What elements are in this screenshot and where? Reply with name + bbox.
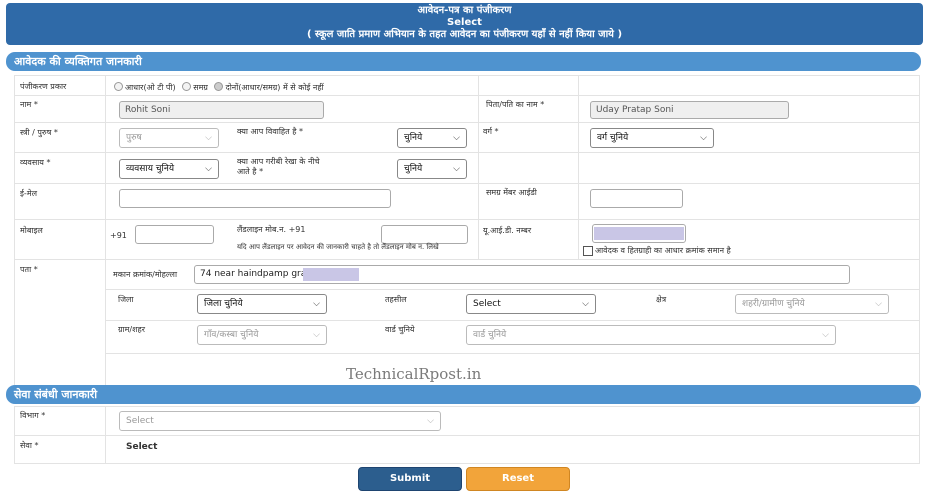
- father-name-label: पिता/पति का नाम *: [486, 100, 545, 109]
- tehsil-select[interactable]: Select ⌵: [466, 294, 596, 314]
- name-input[interactable]: Rohit Soni: [119, 101, 324, 119]
- bpl-label-line1: क्या आप गरीबी रेखा के नीचे: [237, 157, 320, 166]
- tehsil-label: तहसील: [385, 295, 407, 304]
- chevron-down-icon: ⌵: [822, 330, 829, 340]
- house-redaction: [303, 268, 359, 281]
- header-select: Select: [447, 17, 482, 28]
- chevron-down-icon: ⌵: [205, 164, 212, 174]
- area-select[interactable]: शहरी/ग्रामीण चुनिये ⌵: [735, 294, 889, 314]
- married-select[interactable]: चुनिये ⌵: [397, 128, 467, 148]
- chevron-down-icon: ⌵: [582, 299, 589, 309]
- header-note: ( स्कूल जाति प्रमाण अभियान के तहत आवेदन …: [306, 29, 623, 40]
- married-label: क्या आप विवाहित है *: [237, 127, 304, 136]
- name-label: नाम *: [20, 100, 38, 109]
- house-label: मकान क्रमांक/मोहल्ला: [113, 270, 178, 279]
- area-label: क्षेत्र: [656, 295, 667, 304]
- samagra-id-input[interactable]: [590, 189, 683, 208]
- chevron-down-icon: ⌵: [453, 164, 460, 174]
- ward-select[interactable]: वार्ड चुनिये ⌵: [466, 325, 836, 345]
- reg-radio-samagra[interactable]: समग्र: [182, 82, 208, 92]
- house-input[interactable]: 74 near haindpamp gran: [194, 265, 850, 284]
- submit-button[interactable]: Submit: [358, 467, 462, 491]
- chevron-down-icon: ⌵: [205, 133, 212, 143]
- service-value[interactable]: Select: [126, 442, 157, 452]
- email-label: ई-मेल: [20, 189, 38, 198]
- personal-section-header: आवेदक की व्यक्तिगत जानकारी: [6, 52, 921, 71]
- chevron-down-icon: ⌵: [313, 299, 320, 309]
- father-name-input[interactable]: Uday Pratap Soni: [590, 101, 789, 119]
- bpl-label-line2: आते है *: [237, 167, 264, 176]
- gender-label: स्त्री / पुरुष *: [20, 128, 58, 137]
- ward-label: वार्ड चुनिये: [385, 325, 415, 334]
- landline-label: लैंडलाइन मोब.न. +91: [237, 225, 306, 234]
- village-select[interactable]: गाँव/कस्बा चुनिये ⌵: [197, 325, 327, 345]
- category-label: वर्ग *: [483, 127, 499, 136]
- department-label: विभाग *: [20, 411, 46, 420]
- village-label: ग्राम/शहर: [118, 325, 146, 334]
- chevron-down-icon: ⌵: [875, 299, 882, 309]
- chevron-down-icon: ⌵: [700, 133, 707, 143]
- mobile-prefix: +91: [110, 231, 127, 240]
- mobile-label: मोबाइल: [20, 226, 43, 235]
- uid-same-checkbox[interactable]: [583, 246, 593, 256]
- gender-select[interactable]: पुरुष ⌵: [119, 128, 219, 148]
- occupation-label: व्यवसाय *: [20, 158, 51, 167]
- uid-label: यू.आई.डी. नम्बर: [483, 226, 532, 235]
- header-title: आवेदन-पत्र का पंजीकरण: [417, 5, 512, 16]
- page-header: आवेदन-पत्र का पंजीकरण Select ( स्कूल जात…: [6, 3, 923, 45]
- uid-redaction: [594, 227, 684, 240]
- mobile-input[interactable]: [135, 225, 214, 244]
- watermark: TechnicalRpost.in: [346, 365, 482, 383]
- chevron-down-icon: ⌵: [313, 330, 320, 340]
- district-label: जिला: [118, 295, 134, 304]
- district-select[interactable]: जिला चुनिये ⌵: [197, 294, 327, 314]
- service-label: सेवा *: [20, 441, 39, 450]
- reg-radio-aadhaar[interactable]: आधार(ओ टी पी): [114, 82, 176, 92]
- chevron-down-icon: ⌵: [427, 416, 434, 426]
- address-label: पता *: [20, 265, 38, 274]
- landline-note: यदि आप लैंडलाइन पर आवेदन की जानकारी चाहत…: [237, 243, 439, 251]
- category-select[interactable]: वर्ग चुनिये ⌵: [590, 128, 714, 148]
- occupation-select[interactable]: व्यवसाय चुनिये ⌵: [119, 159, 219, 179]
- uid-same-label: आवेदक व हितग्राही का आधार क्रमांक समान ह…: [595, 246, 731, 255]
- bpl-select[interactable]: चुनिये ⌵: [397, 159, 467, 179]
- reset-button[interactable]: Reset: [466, 467, 570, 491]
- reg-type-label: पंजीकरण प्रकार: [20, 82, 67, 91]
- samagra-id-label: समग्र मेंबर आईडी: [486, 188, 537, 197]
- reg-radio-none[interactable]: दोनों(आधार/समग्र) में से कोई नहीं: [214, 82, 324, 92]
- email-input[interactable]: [119, 189, 391, 208]
- department-select[interactable]: Select ⌵: [119, 411, 441, 431]
- chevron-down-icon: ⌵: [453, 133, 460, 143]
- reg-type-options: आधार(ओ टी पी) समग्र दोनों(आधार/समग्र) मे…: [114, 82, 324, 93]
- service-section-header: सेवा संबंधी जानकारी: [6, 385, 921, 404]
